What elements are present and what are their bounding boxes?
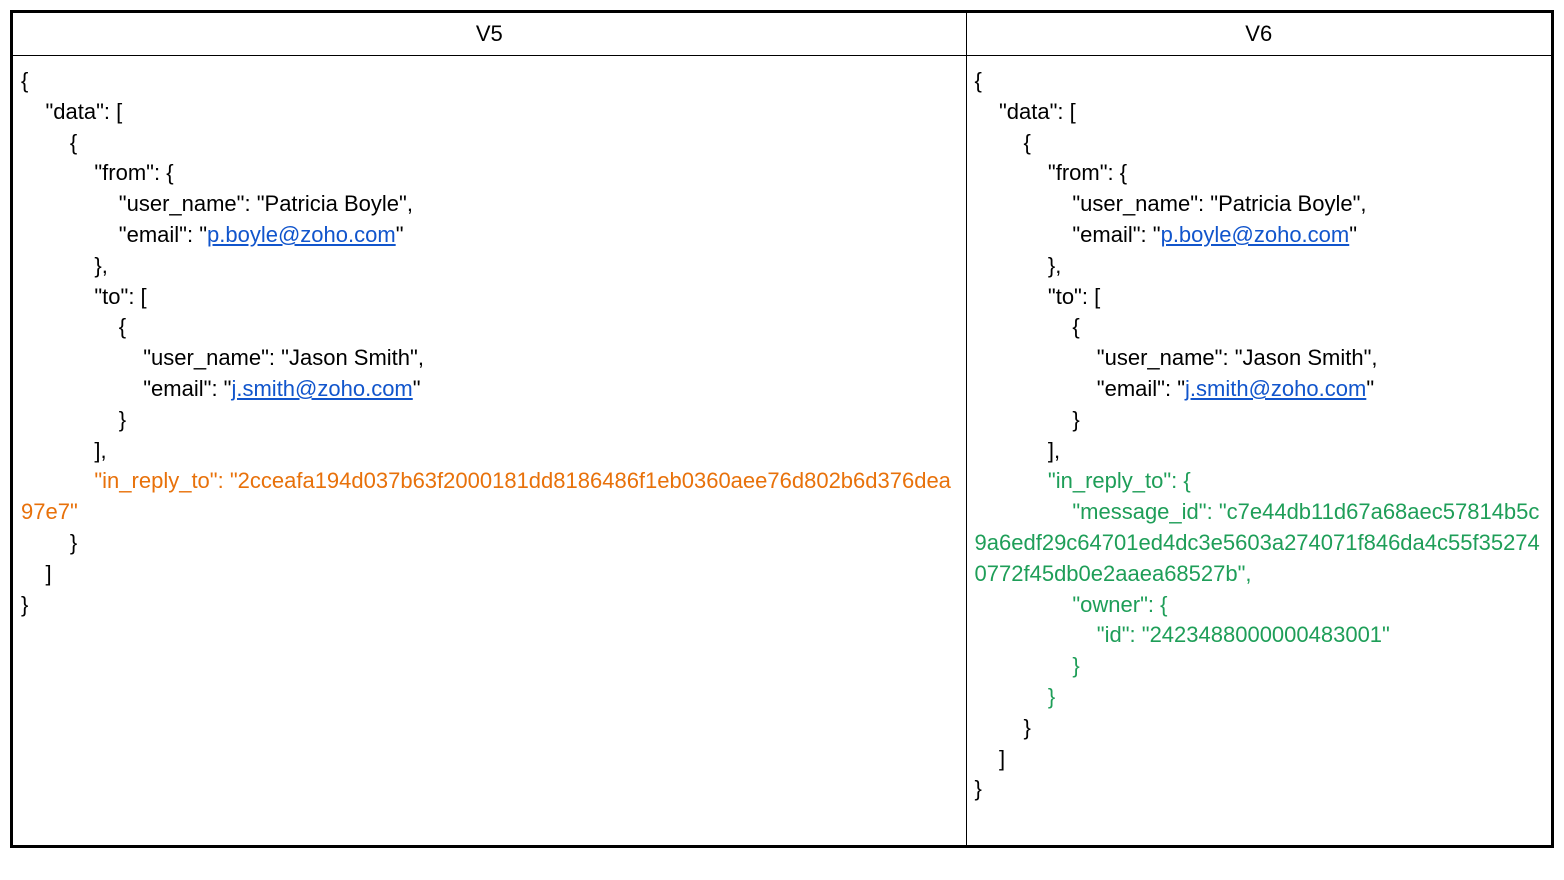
text-fragment: ", [1364,345,1378,370]
v5-line: ], [21,436,958,467]
header-v5: V5 [13,13,967,55]
v5-line: "to": [ [21,282,958,313]
v5-line: } [21,405,958,436]
v5-line: "data": [ [21,97,958,128]
text-fragment: "email": " [21,376,231,401]
v6-highlight-green: "owner": { [975,590,1543,621]
v6-highlight-green: } [975,651,1543,682]
v5-line: "email": "p.boyle@zoho.com" [21,220,958,251]
v6-line: "email": "j.smith@zoho.com" [975,374,1543,405]
text-fragment: ", [399,191,413,216]
v6-line: { [975,66,1543,97]
text-fragment: ", [410,345,424,370]
v5-highlight-orange: "in_reply_to": "2cceafa194d037b63f200018… [21,466,958,528]
text-fragment: Patricia Boyle [1218,191,1353,216]
v5-line: "user_name": "Jason Smith", [21,343,958,374]
v6-line: "user_name": "Patricia Boyle", [975,189,1543,220]
email-link[interactable]: j.smith@zoho.com [1185,376,1366,401]
v5-line: "from": { [21,158,958,189]
v5-line: "email": "j.smith@zoho.com" [21,374,958,405]
v5-line: "user_name": "Patricia Boyle", [21,189,958,220]
v5-cell: { "data": [ { "from": { "user_name": "Pa… [13,56,967,845]
v6-highlight-green: "message_id": "c7e44db11d67a68aec57814b5… [975,497,1543,589]
text-fragment: " [413,376,421,401]
v6-line: } [975,405,1543,436]
v6-highlight-green: "in_reply_to": { [975,466,1543,497]
v5-line: { [21,312,958,343]
text-fragment: " [396,222,404,247]
v6-line: } [975,713,1543,744]
table-header-row: V5 V6 [13,13,1551,56]
text-fragment: " [1366,376,1374,401]
v5-line: } [21,590,958,621]
v6-highlight-green: } [975,682,1543,713]
v6-line: "email": "p.boyle@zoho.com" [975,220,1543,251]
comparison-table: V5 V6 { "data": [ { "from": { "user_name… [10,10,1554,848]
v5-line: { [21,128,958,159]
text-fragment: "user_name": " [21,191,265,216]
v6-line: "data": [ [975,97,1543,128]
text-fragment: "user_name": " [975,345,1243,370]
text-fragment: "email": " [21,222,207,247]
v5-line: } [21,528,958,559]
v6-line: ], [975,436,1543,467]
v6-highlight-green: "id": "2423488000000483001" [975,620,1543,651]
text-fragment: ", [1353,191,1367,216]
v6-line: "from": { [975,158,1543,189]
email-link[interactable]: p.boyle@zoho.com [207,222,396,247]
v6-line: }, [975,251,1543,282]
v5-line: ] [21,559,958,590]
text-fragment: "email": " [975,222,1161,247]
text-fragment: " [1349,222,1357,247]
v5-line: }, [21,251,958,282]
text-fragment: "email": " [975,376,1185,401]
v6-cell: { "data": [ { "from": { "user_name": "Pa… [967,56,1551,845]
v6-line: "user_name": "Jason Smith", [975,343,1543,374]
header-v6: V6 [967,13,1551,55]
text-fragment: "user_name": " [975,191,1219,216]
text-fragment: Patricia Boyle [265,191,400,216]
v6-line: "to": [ [975,282,1543,313]
v5-line: { [21,66,958,97]
table-body-row: { "data": [ { "from": { "user_name": "Pa… [13,56,1551,845]
email-link[interactable]: p.boyle@zoho.com [1161,222,1350,247]
text-fragment: "user_name": " [21,345,289,370]
text-fragment: Jason Smith [1243,345,1364,370]
v6-line: } [975,774,1543,805]
v6-line: { [975,128,1543,159]
email-link[interactable]: j.smith@zoho.com [231,376,412,401]
v6-line: ] [975,744,1543,775]
v6-line: { [975,312,1543,343]
text-fragment: Jason Smith [289,345,410,370]
